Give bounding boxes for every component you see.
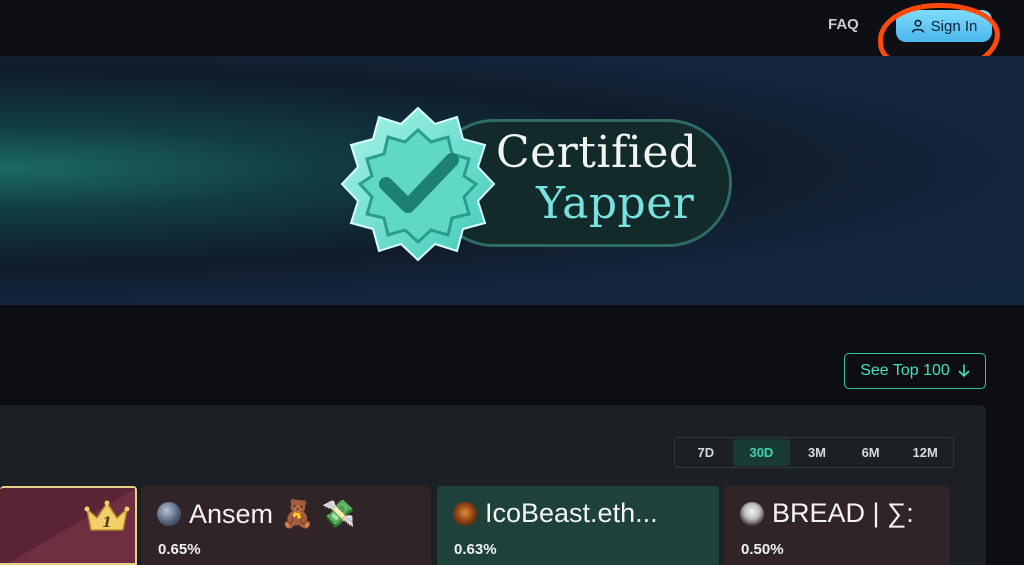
period-tab-3m[interactable]: 3M <box>790 439 844 466</box>
card-name: BREAD | ∑: <box>740 498 914 529</box>
faq-link[interactable]: FAQ <box>828 16 859 33</box>
period-tab-12m[interactable]: 12M <box>897 439 953 466</box>
card-percentage: 0.63% <box>454 541 497 558</box>
card-name-text: BREAD | ∑: <box>772 498 914 528</box>
card-name: Ansem 🧸 💸 <box>157 498 355 530</box>
card-percentage: 0.50% <box>741 541 784 558</box>
user-icon <box>911 19 924 33</box>
period-tab-7d[interactable]: 7D <box>679 439 733 466</box>
sign-in-label: Sign In <box>930 17 978 35</box>
badge-title-line1: Certified <box>496 127 698 178</box>
badge-title-line2: Yapper <box>536 178 695 229</box>
certified-yapper-badge: Certified Yapper <box>338 104 738 264</box>
leaderboard-card[interactable]: BREAD | ∑: 0.50% <box>724 486 950 565</box>
avatar <box>157 502 181 526</box>
leaderboard-card[interactable]: Ansem 🧸 💸 0.65% <box>141 486 431 565</box>
period-selector: 7D 30D 3M 6M 12M <box>674 437 954 468</box>
avatar <box>453 501 477 526</box>
card-name-text: Ansem 🧸 💸 <box>189 499 356 529</box>
see-top-100-label: See Top 100 <box>860 362 950 379</box>
card-name: IcoBeast.eth... <box>453 498 658 529</box>
rank-number: 1 <box>102 515 112 531</box>
verified-seal-icon <box>340 106 496 262</box>
hero-banner: Certified Yapper <box>0 56 1024 305</box>
arrow-down-icon <box>958 364 970 378</box>
see-top-100-button[interactable]: See Top 100 <box>844 353 986 389</box>
avatar <box>740 501 764 526</box>
leaderboard-card[interactable]: IcoBeast.eth... 0.63% <box>437 486 719 565</box>
period-tab-6m[interactable]: 6M <box>844 439 898 466</box>
crown-icon: 1 <box>84 500 130 531</box>
period-tab-30d[interactable]: 30D <box>732 439 791 466</box>
leaderboard-card-top[interactable]: 1 <box>0 486 137 565</box>
card-name-text: IcoBeast.eth... <box>485 498 658 528</box>
top-nav-bar: FAQ Sign In <box>0 0 1024 76</box>
sign-in-button[interactable]: Sign In <box>896 10 992 42</box>
card-percentage: 0.65% <box>158 541 201 558</box>
